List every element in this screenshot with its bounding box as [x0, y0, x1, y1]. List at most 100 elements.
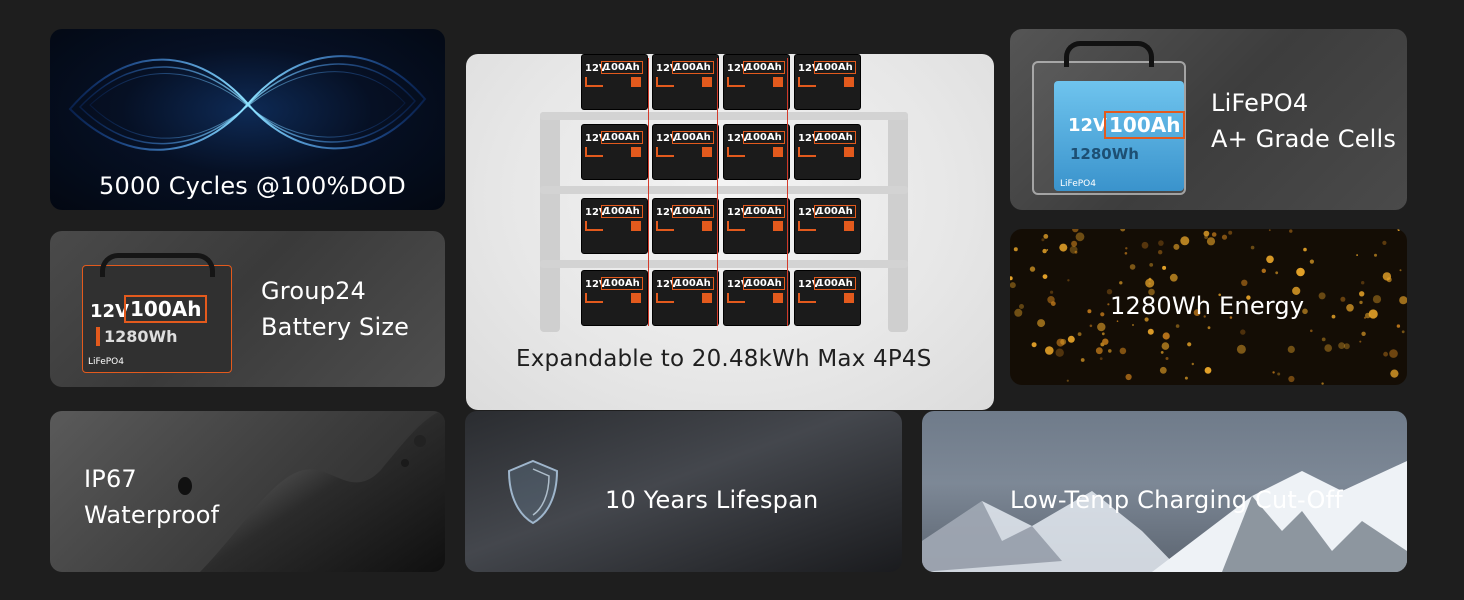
shield-icon	[507, 459, 559, 525]
sparkle	[1042, 274, 1048, 279]
sparkle	[1318, 292, 1326, 300]
sparkle	[1383, 351, 1388, 357]
sparkle	[1149, 263, 1154, 267]
sparkle	[1372, 295, 1382, 304]
expandable-feature-tile: 12V 100Ah 12V 100Ah 12V 100Ah 12V 100Ah 12V 100Ah…	[466, 54, 994, 410]
rack-battery-capacity: 100Ah	[743, 277, 785, 290]
sparkle	[1159, 366, 1167, 374]
sparkle	[1389, 349, 1398, 358]
rack-battery-badge	[631, 77, 641, 87]
rack-battery-stripe	[656, 293, 674, 303]
lifespan-label: 10 Years Lifespan	[605, 486, 819, 514]
rack-battery: 12V 100Ah	[794, 124, 861, 180]
rack-battery-capacity: 100Ah	[601, 205, 643, 218]
sparkle	[1100, 312, 1105, 317]
sparkle	[1361, 281, 1365, 285]
sparkle	[1310, 329, 1313, 333]
rack-battery-stripe	[727, 293, 745, 303]
sparkle	[1287, 345, 1295, 353]
sparkle	[1206, 237, 1216, 246]
rack-battery-badge	[773, 77, 783, 87]
waterproof-feature-tile: IP67 Waterproof	[50, 411, 445, 572]
rack-battery-stripe	[798, 147, 816, 157]
rack-battery-badge	[631, 147, 641, 157]
sparkle	[1132, 324, 1134, 326]
waterproof-line1: IP67	[84, 465, 137, 493]
rack-battery-badge	[702, 293, 712, 303]
rack-battery-stripe	[798, 221, 816, 231]
sparkle	[1129, 264, 1136, 270]
sparkle	[1165, 357, 1169, 360]
sparkle	[1029, 266, 1036, 272]
sparkle	[1277, 372, 1281, 376]
sparkle	[1175, 324, 1180, 328]
battery-capacity: 100Ah	[124, 295, 208, 323]
sparkle	[1087, 309, 1092, 314]
rack-battery-capacity: 100Ah	[672, 61, 714, 74]
cycles-label: 5000 Cycles @100%DOD	[99, 172, 406, 200]
rack-battery-badge	[844, 221, 854, 231]
transparent-battery-image: 12V 100Ah 1280Wh LiFePO4	[1024, 41, 1194, 201]
sparkle	[1204, 367, 1212, 374]
sparkle	[1099, 357, 1103, 360]
cells-line2: A+ Grade Cells	[1211, 125, 1397, 153]
sparkle	[1359, 300, 1363, 305]
sparkle	[1359, 340, 1362, 343]
rack-battery-stripe	[656, 77, 674, 87]
rack-battery: 12V 100Ah	[723, 198, 790, 254]
sparkle	[1397, 229, 1400, 231]
sparkle	[1191, 362, 1194, 366]
lowtemp-feature-tile: Low-Temp Charging Cut-Off	[922, 411, 1407, 572]
rack-battery-stripe	[798, 293, 816, 303]
sparkle	[1240, 329, 1246, 335]
rack-battery-badge	[773, 221, 783, 231]
rack-battery-capacity: 100Ah	[814, 277, 856, 290]
rack-battery-capacity: 100Ah	[743, 205, 785, 218]
sparkle	[1037, 319, 1046, 328]
sparkle	[1382, 272, 1392, 281]
sparkle	[1296, 267, 1305, 277]
rack-battery-stripe	[585, 221, 603, 231]
rack-battery-badge	[773, 147, 783, 157]
rack-wire	[787, 58, 788, 326]
sparkle	[1050, 290, 1054, 294]
rack-battery: 12V 100Ah	[581, 124, 648, 180]
sparkle	[1221, 234, 1228, 240]
rack-battery-capacity: 100Ah	[601, 61, 643, 74]
rack-battery-capacity: 100Ah	[601, 131, 643, 144]
cells-line1: LiFePO4	[1211, 89, 1309, 117]
sparkle	[1346, 304, 1354, 312]
rack-battery-capacity: 100Ah	[814, 205, 856, 218]
sparkle	[1169, 273, 1178, 282]
sparkle	[1203, 230, 1210, 237]
rack-battery-badge	[702, 221, 712, 231]
sparkle	[1047, 296, 1055, 304]
sparkle	[1119, 347, 1127, 355]
sparkle	[1158, 250, 1163, 255]
sparkle	[1077, 332, 1082, 336]
sparkle	[1125, 247, 1128, 250]
sparkle	[1250, 245, 1255, 250]
cells-battery-voltage: 12V	[1068, 115, 1107, 136]
sparkle	[1340, 296, 1346, 302]
sparkle	[1160, 351, 1164, 354]
sparkle	[1043, 234, 1049, 239]
cells-battery-chemistry: LiFePO4	[1060, 179, 1096, 189]
sparkle	[1365, 312, 1371, 319]
sparkle	[1303, 247, 1307, 252]
rack-battery-badge	[631, 293, 641, 303]
rack-battery-badge	[702, 77, 712, 87]
rack-battery-capacity: 100Ah	[814, 131, 856, 144]
rack-battery: 12V 100Ah	[581, 54, 648, 110]
sparkle	[1236, 344, 1246, 354]
sparkle	[1338, 342, 1345, 349]
waterproof-line2: Waterproof	[84, 501, 220, 529]
sparkle	[1241, 279, 1248, 286]
sparkle	[1288, 375, 1295, 383]
rack-battery: 12V 100Ah	[723, 270, 790, 326]
battery-energy: 1280Wh	[96, 327, 178, 346]
cells-battery-capacity: 100Ah	[1104, 111, 1186, 139]
rack-battery-capacity: 100Ah	[743, 61, 785, 74]
lowtemp-label: Low-Temp Charging Cut-Off	[1010, 486, 1343, 514]
energy-feature-tile: 1280Wh Energy	[1010, 229, 1407, 385]
